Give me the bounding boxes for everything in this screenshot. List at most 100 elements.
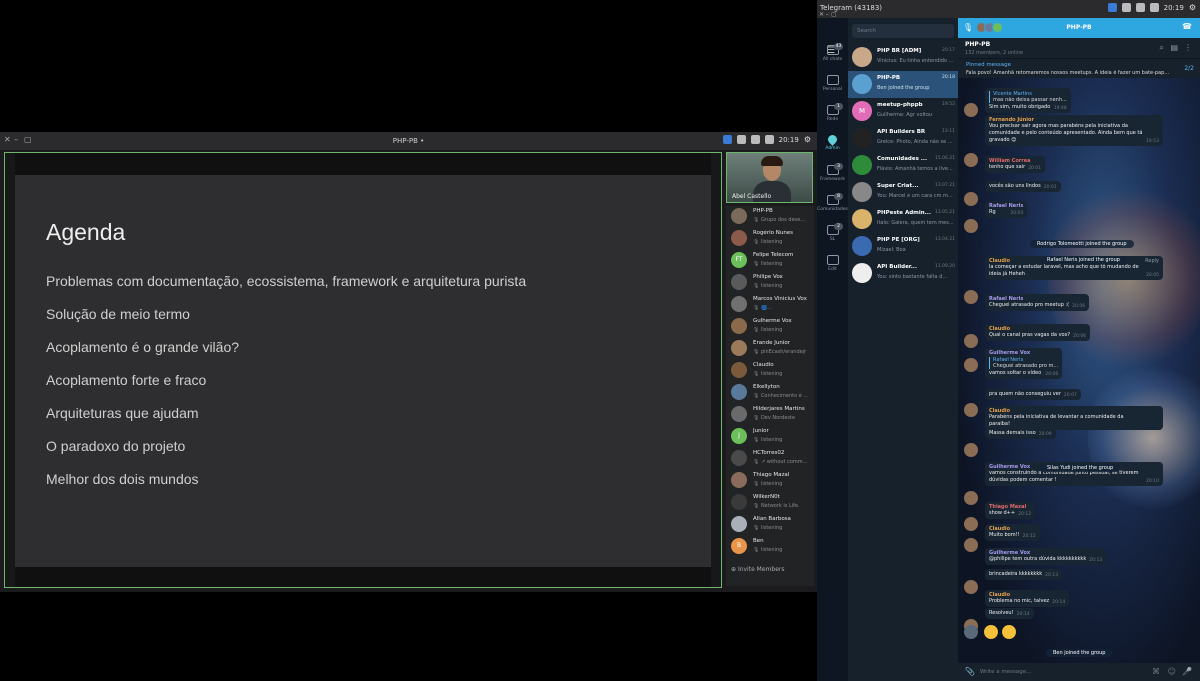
avatar: M bbox=[852, 101, 872, 121]
message-author[interactable]: Guilherme Vox bbox=[989, 350, 1058, 356]
message-bubble[interactable]: Fernando Júnior Vou precisar sair agora m… bbox=[985, 115, 1163, 146]
message-bubble[interactable]: Vicente Martins mas não deixa passar nenh… bbox=[985, 88, 1071, 113]
avatar bbox=[852, 236, 872, 256]
attach-icon[interactable]: 📎 bbox=[965, 667, 975, 676]
quoted-message[interactable]: Rafael Neris Cheguei atrasado pro m... bbox=[989, 357, 1058, 369]
avatar[interactable] bbox=[964, 192, 978, 206]
network-icon[interactable] bbox=[722, 135, 732, 144]
participant-item[interactable]: Erande Junior 🎙 pinEcash/erandejr bbox=[726, 338, 814, 360]
avatar[interactable] bbox=[964, 580, 978, 594]
avatar[interactable] bbox=[964, 625, 978, 639]
chat-preview: Ítalo: Galera, quem tem mes... bbox=[877, 220, 954, 226]
search-icon[interactable]: ⌕ bbox=[1160, 43, 1164, 53]
search-input[interactable]: Search bbox=[852, 24, 954, 38]
message-bubble[interactable]: Guilherme Vox Rafael Neris Cheguei atrasad… bbox=[985, 348, 1063, 379]
avatar[interactable] bbox=[964, 290, 978, 304]
quoted-message[interactable]: Vicente Martins mas não deixa passar nenh… bbox=[989, 91, 1067, 103]
pinned-message-bar[interactable]: Pinned message Fala povo! Amanhã retomar… bbox=[958, 58, 1200, 78]
message-bubble[interactable]: Massa demais isso 20:09 bbox=[985, 428, 1056, 439]
message-bubble[interactable]: Claudio Parabéns pela iniciativa de levan… bbox=[985, 406, 1163, 430]
battery-icon[interactable] bbox=[750, 135, 760, 144]
chat-list-item[interactable]: Comunidades ... Flávio: Amanhã temos a li… bbox=[848, 152, 958, 179]
reply-button[interactable]: Reply bbox=[1145, 258, 1159, 264]
chat-preview: Flávio: Amanhã temos a live... bbox=[877, 166, 953, 172]
commands-icon[interactable]: ⌘ bbox=[1152, 667, 1160, 676]
avatar[interactable] bbox=[964, 403, 978, 417]
participant-item[interactable]: WilkerN0t 🎙 Network is Life. bbox=[726, 492, 814, 514]
participant-item[interactable]: B Ben 🎙 listening bbox=[726, 536, 814, 558]
participant-item[interactable]: Elkellyton 🎙 Conhecimento é ... bbox=[726, 382, 814, 404]
chat-header[interactable]: PHP-PB 132 members, 2 online ⌕ ▤ ⋮ bbox=[958, 38, 1200, 58]
participant-item[interactable]: FT Felipe Telecom 🎙 listening bbox=[726, 250, 814, 272]
message-input[interactable]: Write a message... bbox=[980, 669, 1031, 675]
window-controls[interactable]: ✕ – ▢ bbox=[819, 11, 837, 18]
more-options-icon[interactable]: ⋮ bbox=[1184, 43, 1192, 52]
chat-list-item[interactable]: PHP-PB Ben joined the group 20:18 bbox=[848, 71, 958, 98]
settings-gear-icon[interactable]: ⚙ bbox=[804, 135, 811, 144]
folder-edit[interactable]: Edit bbox=[817, 252, 848, 282]
avatar bbox=[731, 318, 747, 334]
folder-rede[interactable]: 1 Rede bbox=[817, 102, 848, 132]
network-icon[interactable] bbox=[1107, 3, 1117, 12]
invite-members-button[interactable]: ⊕ Invite Members bbox=[731, 566, 784, 573]
participant-item[interactable]: Thiago Mazal 🎙 listening bbox=[726, 470, 814, 492]
sidebar-toggle-icon[interactable]: ▤ bbox=[1170, 43, 1178, 52]
chat-list-item[interactable]: Mmeetup-phppb Guilherme: Agr voltou 19:52 bbox=[848, 98, 958, 125]
settings-gear-icon[interactable]: ⚙ bbox=[1189, 3, 1196, 12]
participant-item[interactable]: PHP-PB 🎙 Grupo dos dese... bbox=[726, 206, 814, 228]
folder-framework[interactable]: 3 Framework bbox=[817, 162, 848, 192]
message-bubble[interactable]: William Correa tenho que sair 20:01 bbox=[985, 156, 1046, 173]
message-bubble[interactable]: Claudio Qual o canal pras vagas da vox? 20… bbox=[985, 324, 1091, 341]
message-bubble[interactable]: Guilherme Vox @philipe tem outra dúvida k… bbox=[985, 548, 1107, 565]
avatar[interactable] bbox=[964, 103, 978, 117]
chat-list-item[interactable]: PHPeste Admin... Ítalo: Galera, quem tem … bbox=[848, 206, 958, 233]
message-bubble[interactable]: Claudio Problema no mic, talvez 20:14 bbox=[985, 590, 1070, 607]
message-bubble[interactable]: brincadeira kkkkkkkk 20:13 bbox=[985, 569, 1063, 580]
folder-admin[interactable]: Admin bbox=[817, 132, 848, 162]
participant-item[interactable]: J Junior 🎙 listening bbox=[726, 426, 814, 448]
voice-record-icon[interactable]: 🎤 bbox=[1182, 667, 1192, 676]
participant-item[interactable]: Gulherme Vox 🎙 listening bbox=[726, 316, 814, 338]
avatar[interactable] bbox=[964, 491, 978, 505]
message-bubble[interactable]: Rafael Neris Rg 20:03 bbox=[985, 201, 1028, 218]
chat-list-item[interactable]: API Builders BR Greice: Photo, Ainda não … bbox=[848, 125, 958, 152]
participant-item[interactable]: Allan Barbosa 🎙 listening bbox=[726, 514, 814, 536]
avatar[interactable] bbox=[964, 538, 978, 552]
participant-item[interactable]: Rogério Nunes 🎙 listening bbox=[726, 228, 814, 250]
message-bubble[interactable]: pra quem não conseguiu ver 20:07 bbox=[985, 389, 1081, 400]
message-bubble[interactable]: Claudio Muito bom!! 20:12 bbox=[985, 524, 1040, 541]
emoji-icon[interactable]: ☺ bbox=[1168, 667, 1176, 676]
participant-item[interactable]: Marcos Vinicius Vox 🎙 🌀... bbox=[726, 294, 814, 316]
transfer-icon[interactable] bbox=[1121, 3, 1131, 12]
participant-item[interactable]: Hilderjares Martins 🎙 Dev Nordeste bbox=[726, 404, 814, 426]
chat-list-item[interactable]: API Builder... You: sinto bastante falta … bbox=[848, 260, 958, 287]
participant-item[interactable]: HCTorres02 🎙 ↗ without comm... bbox=[726, 448, 814, 470]
participant-item[interactable]: Philipe Vox 🎙 listening bbox=[726, 272, 814, 294]
folder-sl[interactable]: 2 SL bbox=[817, 222, 848, 252]
avatar[interactable] bbox=[964, 358, 978, 372]
webcam-tile[interactable]: Abel Castello bbox=[726, 152, 813, 203]
transfer-icon[interactable] bbox=[736, 135, 746, 144]
message-bubble[interactable]: Resolveu! 20:14 bbox=[985, 608, 1034, 619]
message-bubble[interactable]: Rafael Neris Cheguei atrasado pro meetup … bbox=[985, 294, 1090, 311]
folder-all-chats[interactable]: 43 All chats bbox=[817, 42, 848, 72]
participant-item[interactable]: Claudio 🎙 listening bbox=[726, 360, 814, 382]
battery-icon[interactable] bbox=[1135, 3, 1145, 12]
avatar[interactable] bbox=[964, 334, 978, 348]
folder-personal[interactable]: Personal bbox=[817, 72, 848, 102]
avatar[interactable] bbox=[964, 443, 978, 457]
avatar[interactable] bbox=[964, 517, 978, 531]
volume-icon[interactable] bbox=[1149, 3, 1159, 12]
voice-chat-bar[interactable]: 🎙 PHP-PB ☎ bbox=[958, 18, 1200, 38]
message-bubble[interactable]: vocês são uns lindos 20:01 bbox=[985, 181, 1061, 192]
leave-call-icon[interactable]: ☎ bbox=[1182, 22, 1192, 31]
volume-icon[interactable] bbox=[764, 135, 774, 144]
chat-list-item[interactable]: PHP BR [ADM] Vinicius: Eu tinha entendido… bbox=[848, 44, 958, 71]
avatar bbox=[731, 516, 747, 532]
chat-list-item[interactable]: Super Criat... You: Marcel é um cara cm m… bbox=[848, 179, 958, 206]
avatar[interactable] bbox=[964, 219, 978, 233]
folder-comunidades[interactable]: 8 Comunidades bbox=[817, 192, 848, 222]
avatar[interactable] bbox=[964, 153, 978, 167]
message-bubble[interactable]: Thiago Mazal show d++ 20:12 bbox=[985, 502, 1036, 519]
chat-list-item[interactable]: PHP PE [ORG] Mizael: Boa 13.04.21 bbox=[848, 233, 958, 260]
